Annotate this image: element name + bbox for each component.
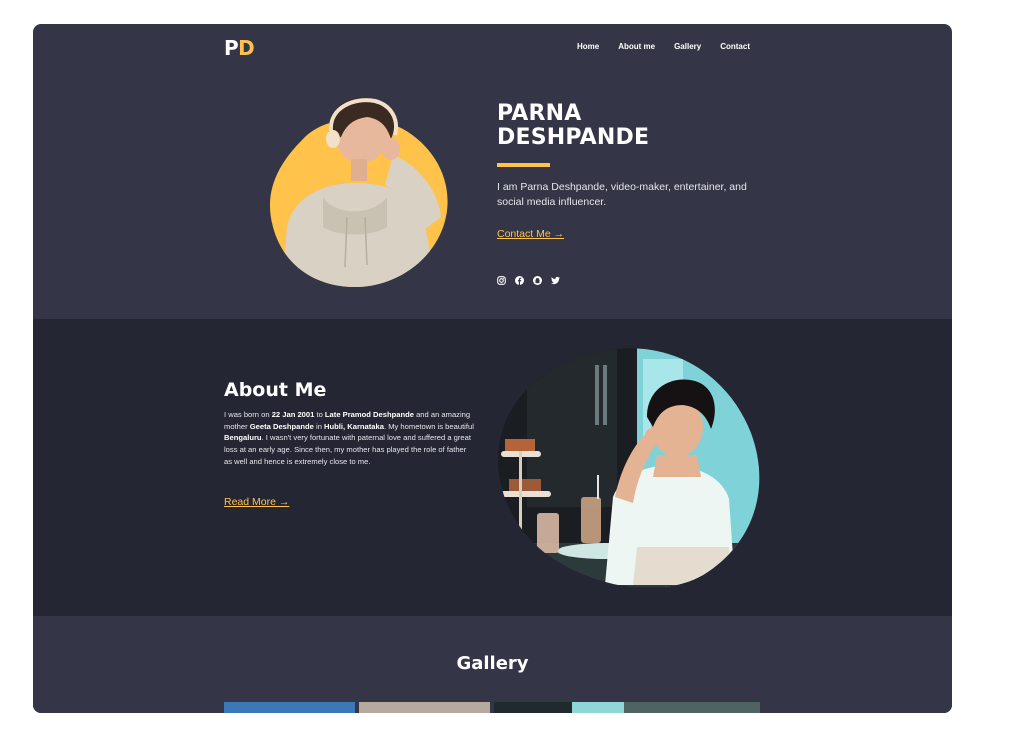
about-section: About Me I was born on 22 Jan 2001 to La… [33, 319, 952, 616]
hero-section: PARNA DESHPANDE I am Parna Deshpande, vi… [33, 74, 952, 319]
nav-link-gallery[interactable]: Gallery [674, 42, 701, 52]
about-father-name: Late Pramod Deshpande [324, 410, 414, 419]
about-hometown: Bengaluru [224, 433, 262, 443]
about-text-part: to [314, 410, 325, 419]
about-text-part: . My hometown is beautiful [383, 421, 474, 431]
gallery-image[interactable] [624, 702, 760, 713]
snapchat-icon[interactable] [533, 276, 542, 285]
about-heading: About Me [224, 379, 327, 401]
about-paragraph: I was born on 22 Jan 2001 to Late Pramod… [224, 409, 474, 468]
hero-accent-bar [497, 163, 550, 167]
nav-link-contact[interactable]: Contact [720, 42, 750, 52]
read-more-link[interactable]: Read More → [224, 496, 289, 508]
about-text-part: in [313, 421, 325, 431]
instagram-icon[interactable] [497, 276, 506, 285]
gallery-image[interactable] [494, 702, 572, 713]
gallery-image[interactable] [359, 702, 490, 713]
logo-letter-p: P [224, 36, 239, 60]
facebook-icon[interactable] [515, 276, 524, 285]
about-birthdate: 22 Jan 2001 [271, 410, 315, 419]
nav-links: Home About me Gallery Contact [577, 42, 750, 52]
about-birthplace: Hubli, Karnataka [324, 421, 384, 431]
hero-description: I am Parna Deshpande, video-maker, enter… [497, 181, 747, 208]
logo-letter-d: D [238, 36, 255, 60]
hero-portrait [269, 97, 448, 287]
hero-name-first: PARNA [497, 101, 582, 126]
about-mother-name: Geeta Deshpande [249, 421, 314, 431]
about-text-part: I was born on [224, 410, 272, 419]
about-photo [498, 348, 760, 587]
browser-viewport: PD Home About me Gallery Contact PARNA D… [33, 24, 952, 713]
gallery-image[interactable] [224, 702, 355, 713]
navbar: PD Home About me Gallery Contact [33, 24, 952, 74]
twitter-icon[interactable] [551, 276, 560, 285]
hero-name-last: DESHPANDE [497, 125, 650, 150]
gallery-section: Gallery [33, 616, 952, 713]
contact-me-link[interactable]: Contact Me → [497, 228, 564, 240]
hero-name: PARNA DESHPANDE [497, 102, 697, 150]
social-links [497, 276, 560, 285]
gallery-grid [224, 702, 760, 713]
site-logo[interactable]: PD [224, 36, 255, 60]
gallery-image[interactable] [572, 702, 624, 713]
nav-link-home[interactable]: Home [577, 42, 599, 52]
nav-link-about[interactable]: About me [618, 42, 655, 52]
about-text-part: . I wasn't very fortunate with paternal … [224, 433, 471, 466]
gallery-heading: Gallery [456, 653, 529, 674]
